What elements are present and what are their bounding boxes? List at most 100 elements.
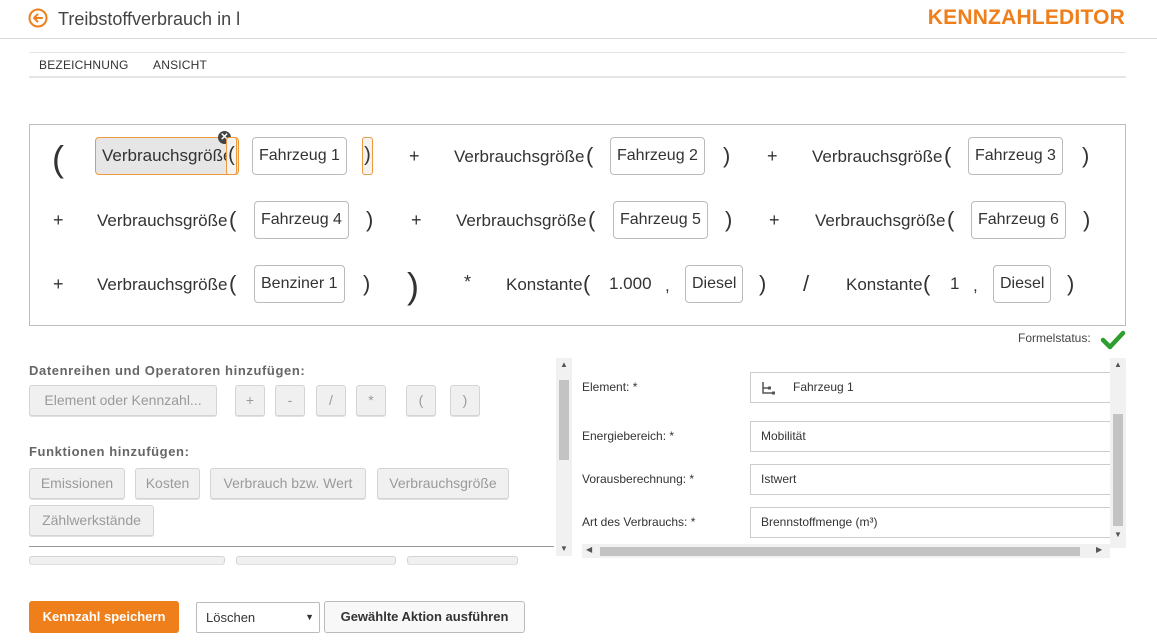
formula-function-verbrauchsgroesse-1[interactable]: Verbrauchsgröße: [95, 137, 240, 175]
formula-paren[interactable]: (: [583, 271, 590, 297]
formula-operator-plus[interactable]: +: [769, 209, 780, 231]
formula-param-diesel[interactable]: Diesel: [993, 265, 1052, 303]
formula-paren[interactable]: ): [759, 271, 766, 297]
consumption-type-label: Art des Verbrauchs: *: [582, 515, 696, 529]
operator-plus-button[interactable]: +: [235, 385, 265, 416]
formula-function-konstante[interactable]: Konstante: [506, 274, 583, 296]
function-zaehlwerkstaende-button[interactable]: Zählwerkstände: [29, 505, 154, 536]
formula-operator-plus[interactable]: +: [53, 273, 64, 295]
action-select[interactable]: Löschen ▼: [196, 602, 320, 633]
series-operators-heading: Datenreihen und Operatoren hinzufügen:: [29, 363, 306, 378]
formula-function-verbrauchsgroesse[interactable]: Verbrauchsgröße: [454, 146, 584, 168]
formula-paren[interactable]: ): [1083, 207, 1090, 233]
hidden-button[interactable]: [407, 556, 518, 564]
consumption-type-field[interactable]: Brennstoffmenge (m³): [750, 507, 1112, 538]
header-divider: [0, 38, 1157, 39]
add-element-button[interactable]: Element oder Kennzahl...: [29, 385, 217, 416]
formula-comma: ,: [665, 276, 670, 295]
energy-area-field[interactable]: Mobilität: [750, 421, 1112, 452]
hidden-button[interactable]: [29, 556, 225, 564]
formula-constant-value[interactable]: 1.000: [609, 273, 652, 295]
formula-paren[interactable]: (: [229, 271, 236, 297]
formula-paren[interactable]: ): [1082, 143, 1089, 169]
scroll-up-icon[interactable]: ▲: [560, 360, 568, 369]
function-verbrauchsgroesse-button[interactable]: Verbrauchsgröße: [377, 468, 509, 499]
formula-function-verbrauchsgroesse[interactable]: Verbrauchsgröße: [97, 210, 227, 232]
scroll-thumb[interactable]: [559, 380, 569, 460]
formula-param-fahrzeug-1[interactable]: Fahrzeug 1: [252, 137, 347, 175]
element-value: Fahrzeug 1: [793, 380, 854, 394]
save-metric-button[interactable]: Kennzahl speichern: [29, 601, 179, 633]
operator-divide-button[interactable]: /: [316, 385, 346, 416]
scroll-right-icon[interactable]: ▶: [1096, 545, 1102, 554]
formula-param-fahrzeug-6[interactable]: Fahrzeug 6: [971, 201, 1066, 239]
tab-bezeichnung[interactable]: BEZEICHNUNG: [39, 58, 129, 72]
formula-constant-value[interactable]: 1: [950, 273, 959, 295]
scroll-thumb[interactable]: [600, 547, 1080, 556]
scroll-thumb[interactable]: [1113, 414, 1123, 526]
left-panel-scrollbar[interactable]: ▲ ▼: [556, 358, 572, 556]
open-paren-button[interactable]: (: [406, 385, 436, 416]
function-kosten-button[interactable]: Kosten: [135, 468, 200, 499]
formula-status-label: Formelstatus:: [1018, 331, 1091, 345]
function-verbrauch-button[interactable]: Verbrauch bzw. Wert: [210, 468, 366, 499]
execute-action-button[interactable]: Gewählte Aktion ausführen: [324, 601, 525, 633]
tab-ansicht[interactable]: ANSICHT: [153, 58, 207, 72]
formula-paren[interactable]: (: [586, 143, 593, 169]
formula-param-diesel[interactable]: Diesel: [685, 265, 744, 303]
parameter-heading-cut: [582, 358, 702, 360]
formula-param-fahrzeug-2[interactable]: Fahrzeug 2: [610, 137, 705, 175]
element-label: Element: *: [582, 380, 638, 394]
formula-paren[interactable]: ): [363, 271, 370, 297]
chevron-down-icon: ▼: [305, 612, 314, 622]
functions-heading: Funktionen hinzufügen:: [29, 444, 190, 459]
formula-fn-open-paren[interactable]: (: [226, 137, 237, 175]
formula-param-fahrzeug-4[interactable]: Fahrzeug 4: [254, 201, 349, 239]
parameter-vertical-scrollbar[interactable]: ▲ ▼: [1110, 358, 1126, 548]
scroll-down-icon[interactable]: ▼: [560, 544, 568, 553]
close-paren-button[interactable]: ): [450, 385, 480, 416]
formula-function-verbrauchsgroesse[interactable]: Verbrauchsgröße: [97, 274, 227, 296]
formula-function-verbrauchsgroesse[interactable]: Verbrauchsgröße: [456, 210, 586, 232]
left-panel-divider: [29, 546, 554, 547]
formula-paren[interactable]: (: [923, 271, 930, 297]
formula-comma: ,: [973, 276, 978, 295]
formula-paren[interactable]: ): [723, 143, 730, 169]
forecast-field[interactable]: Istwert: [750, 464, 1112, 495]
formula-fn-close-paren[interactable]: ): [362, 137, 373, 175]
scroll-down-icon[interactable]: ▼: [1114, 530, 1122, 539]
formula-paren[interactable]: (: [588, 207, 595, 233]
formula-paren[interactable]: ): [725, 207, 732, 233]
formula-paren[interactable]: (: [947, 207, 954, 233]
back-arrow-icon[interactable]: [28, 8, 48, 28]
formula-param-fahrzeug-3[interactable]: Fahrzeug 3: [968, 137, 1063, 175]
formula-operator-divide[interactable]: /: [803, 271, 809, 297]
element-field[interactable]: Fahrzeug 1: [750, 372, 1112, 403]
formula-open-paren[interactable]: (: [52, 139, 64, 179]
formula-param-fahrzeug-5[interactable]: Fahrzeug 5: [613, 201, 708, 239]
operator-minus-button[interactable]: -: [275, 385, 305, 416]
scroll-left-icon[interactable]: ◀: [586, 545, 592, 554]
formula-paren[interactable]: ): [366, 207, 373, 233]
formula-editor[interactable]: ( Verbrauchsgröße ✕ ( Fahrzeug 1 ) + Ver…: [29, 124, 1126, 326]
formula-paren[interactable]: ): [1067, 271, 1074, 297]
operator-multiply-button[interactable]: *: [356, 385, 386, 416]
hidden-button[interactable]: [236, 556, 396, 564]
formula-operator-multiply[interactable]: *: [464, 271, 471, 293]
formula-function-verbrauchsgroesse[interactable]: Verbrauchsgröße: [815, 210, 945, 232]
formula-operator-plus[interactable]: +: [53, 209, 64, 231]
formula-operator-plus[interactable]: +: [411, 209, 422, 231]
formula-paren[interactable]: (: [229, 207, 236, 233]
formula-function-verbrauchsgroesse[interactable]: Verbrauchsgröße: [812, 146, 942, 168]
function-emissionen-button[interactable]: Emissionen: [29, 468, 125, 499]
brand-title: KENNZAHLEDITOR: [927, 6, 1125, 29]
formula-operator-plus[interactable]: +: [409, 145, 420, 167]
formula-close-paren[interactable]: ): [407, 266, 419, 306]
scroll-up-icon[interactable]: ▲: [1114, 360, 1122, 369]
parameter-horizontal-scrollbar[interactable]: ◀ ▶: [582, 544, 1110, 558]
formula-paren[interactable]: (: [944, 143, 951, 169]
formula-operator-plus[interactable]: +: [767, 145, 778, 167]
formula-function-konstante[interactable]: Konstante: [846, 274, 923, 296]
formula-param-benziner-1[interactable]: Benziner 1: [254, 265, 345, 303]
energy-area-label: Energiebereich: *: [582, 429, 675, 443]
